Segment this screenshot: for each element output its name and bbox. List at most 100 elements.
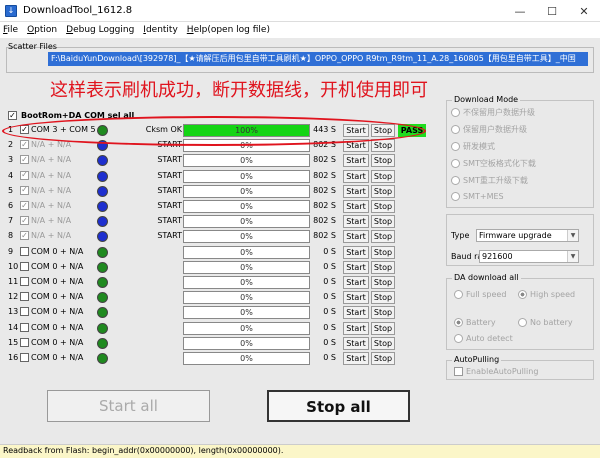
port-checkbox[interactable]: ✓: [20, 185, 29, 195]
menu-identity[interactable]: Identity: [143, 25, 178, 35]
autopulling-checkbox[interactable]: [454, 367, 463, 376]
annotation-caption: 这样表示刷机成功，断开数据线，开机使用即可: [50, 80, 428, 101]
port-start-button[interactable]: Start: [343, 200, 369, 213]
port-stop-button[interactable]: Stop: [371, 230, 395, 244]
baud-rate-select[interactable]: 921600 ▼: [479, 250, 579, 263]
progress-percent: 0%: [240, 247, 253, 257]
port-status: START: [157, 216, 182, 226]
port-start-button[interactable]: Start: [343, 276, 369, 289]
radio-icon[interactable]: [451, 142, 460, 151]
port-start-button[interactable]: Start: [343, 245, 369, 259]
chevron-down-icon[interactable]: ▼: [567, 230, 578, 241]
mode-option-2[interactable]: 保留用户数据升级: [451, 124, 527, 135]
port-start-button[interactable]: Start: [343, 230, 369, 244]
port-stop-button[interactable]: Stop: [371, 291, 395, 305]
port-index: 2: [8, 140, 14, 150]
port-checkbox[interactable]: ✓: [20, 201, 29, 210]
port-stop-button[interactable]: Stop: [371, 245, 395, 259]
menu-debug-logging[interactable]: Debug Logging: [66, 25, 134, 35]
maximize-icon[interactable]: ☐: [536, 0, 568, 22]
port-result-badge: [398, 291, 426, 304]
status-led-icon: [97, 277, 108, 288]
scatter-file-path[interactable]: F:\BaiduYunDownload\[392978]_【★请解压后用包里自带…: [48, 52, 588, 66]
port-stop-button[interactable]: Stop: [371, 154, 395, 168]
auto-detect-option[interactable]: Auto detect: [454, 334, 513, 343]
port-start-button[interactable]: Start: [343, 169, 369, 183]
mode-option-5[interactable]: SMT重工升级下载: [451, 175, 528, 186]
port-checkbox[interactable]: [20, 337, 29, 347]
port-stop-button[interactable]: Stop: [371, 336, 395, 350]
high-speed-option[interactable]: High speed: [518, 290, 575, 299]
full-speed-option[interactable]: Full speed: [454, 290, 506, 299]
close-icon[interactable]: ✕: [568, 0, 600, 22]
port-checkbox[interactable]: [20, 322, 29, 332]
mode-option-4[interactable]: SMT空板格式化下载: [451, 158, 536, 169]
mode-option-3[interactable]: 研发模式: [451, 141, 495, 152]
progress-percent: 0%: [240, 217, 253, 227]
port-result-badge: [398, 215, 426, 228]
port-com-label: N/A + N/A: [31, 201, 72, 210]
battery-option[interactable]: Battery: [454, 318, 496, 327]
port-row: 7 ✓ N/A + N/A START 0% 802 S Start Stop: [0, 214, 430, 229]
radio-icon[interactable]: [518, 318, 527, 327]
menu-option[interactable]: Option: [27, 25, 57, 35]
port-checkbox[interactable]: [20, 261, 29, 271]
port-start-button[interactable]: Start: [343, 352, 369, 365]
type-select[interactable]: Firmware upgrade ▼: [476, 229, 579, 242]
download-mode-title: Download Mode: [452, 95, 521, 104]
radio-icon[interactable]: [451, 125, 460, 134]
port-stop-button[interactable]: Stop: [371, 306, 395, 320]
port-stop-button[interactable]: Stop: [371, 184, 395, 198]
port-checkbox[interactable]: [20, 246, 29, 256]
enable-autopulling[interactable]: EnableAutoPulling: [454, 367, 538, 376]
port-stop-button[interactable]: Stop: [371, 215, 395, 229]
port-checkbox[interactable]: ✓: [20, 155, 29, 165]
port-start-button[interactable]: Start: [343, 321, 369, 335]
radio-icon[interactable]: [454, 290, 463, 299]
menu-help[interactable]: Help(open log file): [187, 25, 270, 35]
radio-icon[interactable]: [451, 192, 460, 201]
port-start-button[interactable]: Start: [343, 154, 369, 168]
port-stop-button[interactable]: Stop: [371, 200, 395, 213]
chevron-down-icon[interactable]: ▼: [567, 251, 578, 262]
port-checkbox[interactable]: [20, 353, 29, 362]
minimize-icon[interactable]: —: [504, 0, 536, 22]
progress-percent: 0%: [240, 232, 253, 242]
start-all-button[interactable]: Start all: [47, 390, 210, 422]
port-checkbox[interactable]: [20, 292, 29, 302]
port-stop-button[interactable]: Stop: [371, 352, 395, 365]
port-stop-button[interactable]: Stop: [371, 276, 395, 289]
port-stop-button[interactable]: Stop: [371, 169, 395, 183]
port-start-button[interactable]: Start: [343, 215, 369, 229]
port-start-button[interactable]: Start: [343, 184, 369, 198]
port-checkbox[interactable]: ✓: [20, 216, 29, 226]
mode-option-1[interactable]: 不保留用户数据升级: [451, 107, 535, 118]
menu-file[interactable]: File: [3, 25, 18, 35]
port-checkbox[interactable]: [20, 277, 29, 286]
port-start-button[interactable]: Start: [343, 260, 369, 274]
port-checkbox[interactable]: [20, 307, 29, 317]
no-battery-option[interactable]: No battery: [518, 318, 573, 327]
stop-all-button[interactable]: Stop all: [267, 390, 410, 422]
port-com-label: COM 0 + N/A: [31, 353, 84, 362]
radio-icon[interactable]: [451, 176, 460, 185]
radio-selected-icon[interactable]: [518, 290, 527, 299]
port-checkbox[interactable]: ✓: [20, 170, 29, 180]
radio-icon[interactable]: [454, 334, 463, 343]
port-start-button[interactable]: Start: [343, 336, 369, 350]
port-checkbox[interactable]: ✓: [20, 231, 29, 241]
da-download-title: DA download all: [452, 273, 521, 282]
port-stop-button[interactable]: Stop: [371, 139, 395, 153]
port-stop-button[interactable]: Stop: [371, 321, 395, 335]
bootrom-checkbox[interactable]: ✓: [8, 111, 17, 120]
radio-icon[interactable]: [451, 108, 460, 117]
mode-option-6[interactable]: SMT+MES: [451, 192, 504, 201]
port-stop-button[interactable]: Stop: [371, 260, 395, 274]
port-start-button[interactable]: Start: [343, 291, 369, 305]
port-checkbox[interactable]: ✓: [20, 140, 29, 150]
radio-icon[interactable]: [451, 159, 460, 168]
port-com-label: N/A + N/A: [31, 231, 72, 241]
port-start-button[interactable]: Start: [343, 306, 369, 320]
radio-selected-icon[interactable]: [454, 318, 463, 327]
port-row: 12 COM 0 + N/A 0% 0 S Start Stop: [0, 290, 430, 305]
